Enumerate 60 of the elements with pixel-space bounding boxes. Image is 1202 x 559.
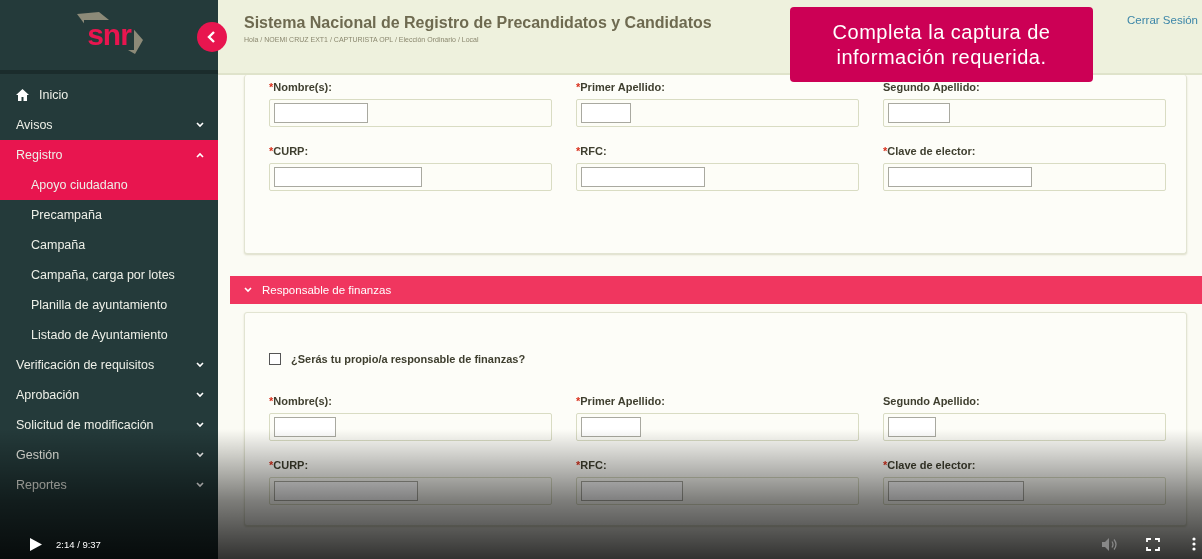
field-label: *Primer Apellido:: [576, 81, 666, 93]
sidebar-item[interactable]: Gestión: [0, 440, 218, 470]
chevron-left-icon: [207, 31, 217, 43]
sidebar-item[interactable]: Verificación de requisitos: [0, 350, 218, 380]
chevron-down-icon: [196, 362, 204, 368]
sidebar-item[interactable]: Avisos: [0, 110, 218, 140]
sidebar-item[interactable]: Solicitud de modificación: [0, 410, 218, 440]
chevron-down-icon: [244, 287, 252, 293]
sidebar-item[interactable]: Registro: [0, 140, 218, 170]
field-label: *RFC:: [576, 459, 608, 471]
video-time: 2:14 / 9:37: [56, 538, 101, 550]
input-field[interactable]: [883, 163, 1166, 191]
field-label: *Nombre(s):: [269, 395, 333, 407]
sidebar-subitem[interactable]: Planilla de ayuntamiento: [0, 290, 218, 320]
checkbox[interactable]: [269, 353, 281, 365]
sidebar-subitem[interactable]: Listado de Ayuntamiento: [0, 320, 218, 350]
input-field[interactable]: [883, 477, 1166, 505]
field-label: *Primer Apellido:: [576, 395, 666, 407]
field-label: *CURP:: [269, 145, 310, 157]
field-label: *Clave de elector:: [883, 145, 977, 157]
sidebar-subitem[interactable]: Precampaña: [0, 200, 218, 230]
checkbox-label: ¿Serás tu propio/a responsable de finanzas?: [291, 353, 526, 365]
field-label: Segundo Apellido:: [883, 395, 981, 407]
field-label: *RFC:: [576, 145, 608, 157]
sidebar-subitem[interactable]: Campaña, carga por lotes: [0, 260, 218, 290]
sidebar-item[interactable]: Reportes: [0, 470, 218, 500]
chevron-down-icon: [196, 392, 204, 398]
field-label: *Clave de elector:: [883, 459, 977, 471]
chevron-up-icon: [196, 152, 204, 158]
input-field[interactable]: [269, 413, 552, 441]
volume-button[interactable]: [1102, 537, 1118, 551]
fullscreen-button[interactable]: [1146, 537, 1160, 551]
more-options-button[interactable]: [1192, 537, 1196, 551]
field-label: *CURP:: [269, 459, 310, 471]
input-field[interactable]: [269, 477, 552, 505]
field-label: Segundo Apellido:: [883, 81, 981, 93]
input-field[interactable]: [883, 413, 1166, 441]
chevron-down-icon: [196, 122, 204, 128]
input-field[interactable]: [576, 413, 859, 441]
section-title: Responsable de finanzas: [262, 284, 392, 296]
input-field[interactable]: [883, 99, 1166, 127]
input-field[interactable]: [269, 163, 552, 191]
chevron-down-icon: [196, 482, 204, 488]
chevron-down-icon: [196, 422, 204, 428]
input-field[interactable]: [576, 99, 859, 127]
chevron-down-icon: [196, 452, 204, 458]
app-title: Sistema Nacional de Registro de Precandidatos y Candidatos: [244, 14, 712, 32]
input-field[interactable]: [576, 477, 859, 505]
sidebar-item[interactable]: Aprobación: [0, 380, 218, 410]
section-header[interactable]: Responsable de finanzas: [230, 276, 1202, 304]
logout-link[interactable]: Cerrar Sesión: [1127, 14, 1198, 26]
notification-toast: Completa la captura de información requerida.: [790, 7, 1093, 82]
play-button[interactable]: [30, 537, 42, 551]
sidebar-subitem[interactable]: Apoyo ciudadano: [0, 170, 218, 200]
input-field[interactable]: [269, 99, 552, 127]
home-icon: [16, 89, 29, 101]
sidebar-subitem[interactable]: Campaña: [0, 230, 218, 260]
input-field[interactable]: [576, 163, 859, 191]
field-label: *Nombre(s):: [269, 81, 333, 93]
sidebar-item[interactable]: Inicio: [0, 80, 218, 110]
